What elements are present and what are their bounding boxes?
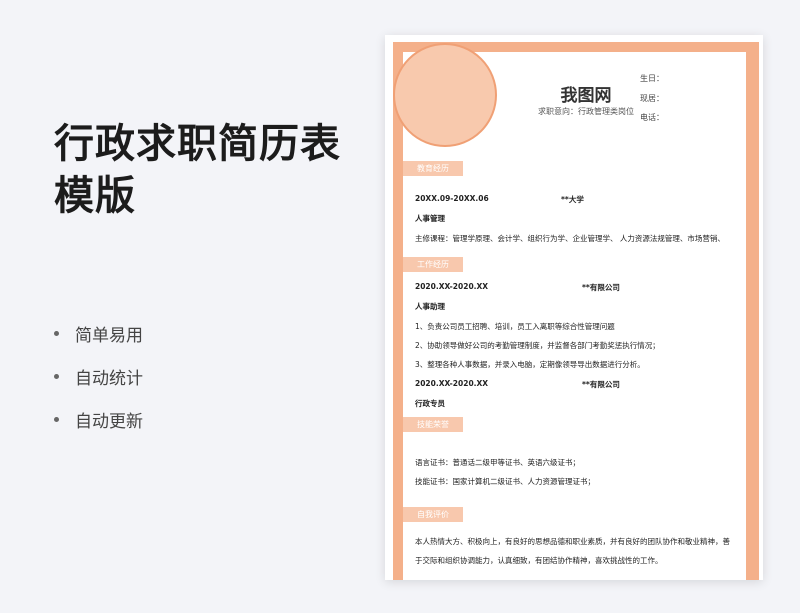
job1-duty: 3、整理各种人事数据，并录入电脑，定期像领导导出数据进行分析。 [415, 360, 645, 369]
section-education-header: 教育经历 [403, 161, 463, 176]
edu-period: 20XX.09-20XX.06 [415, 194, 489, 203]
skill-item: 技能证书：国家计算机二级证书、人力资源管理证书； [415, 477, 595, 486]
personal-info: 生日： 现居： 电话： [640, 69, 664, 128]
job1-period: 2020.XX-2020.XX [415, 282, 489, 291]
self-eval-line: 于交际和组织协调能力，认真细致，有团结协作精神，喜欢挑战性的工作。 [415, 556, 663, 565]
candidate-name: 我图网 [560, 86, 612, 106]
skill-item: 语言证书：普通话二级甲等证书、英语六级证书； [415, 458, 580, 467]
job2-title: 行政专员 [415, 399, 445, 408]
info-phone: 电话： [640, 113, 664, 122]
avatar-photo [393, 43, 497, 147]
section-work-header: 工作经历 [403, 257, 463, 272]
section-skills-header: 技能荣誉 [403, 417, 463, 432]
bullet-icon [54, 417, 59, 422]
template-title: 行政求职简历表模版 [54, 121, 341, 219]
section-self-header: 自我评价 [403, 507, 463, 522]
job2-company: **有限公司 [582, 380, 620, 389]
frame-right [746, 42, 759, 580]
job1-duty: 2、协助领导做好公司的考勤管理制度，并监督各部门考勤奖惩执行情况； [415, 341, 660, 350]
job1-title: 人事助理 [415, 302, 445, 311]
bullet-icon [54, 331, 59, 336]
feature-item: 自动统计 [54, 355, 143, 398]
edu-major: 人事管理 [415, 214, 445, 223]
self-eval-line: 本人热情大方、积极向上，有良好的思想品德和职业素质，并有良好的团队协作和敬业精神… [415, 537, 730, 546]
edu-school: **大学 [561, 195, 584, 204]
resume-page: 我图网 求职意向：行政管理类岗位 生日： 现居： 电话： 教育经历 20XX.0… [385, 35, 763, 580]
info-residence: 现居： [640, 93, 664, 103]
feature-list: 简单易用 自动统计 自动更新 [54, 312, 143, 441]
job1-company: **有限公司 [582, 283, 620, 292]
job1-duty: 1、负责公司员工招聘、培训，员工入离职等综合性管理问题 [415, 322, 615, 331]
info-birthday: 生日： [640, 74, 664, 83]
edu-courses: 主修课程：管理学原理、会计学、组织行为学、企业管理学、 人力资源法规管理、市场营… [415, 234, 725, 243]
feature-item: 简单易用 [54, 312, 143, 355]
bullet-icon [54, 374, 59, 379]
job2-period: 2020.XX-2020.XX [415, 379, 489, 388]
feature-item: 自动更新 [54, 398, 143, 441]
